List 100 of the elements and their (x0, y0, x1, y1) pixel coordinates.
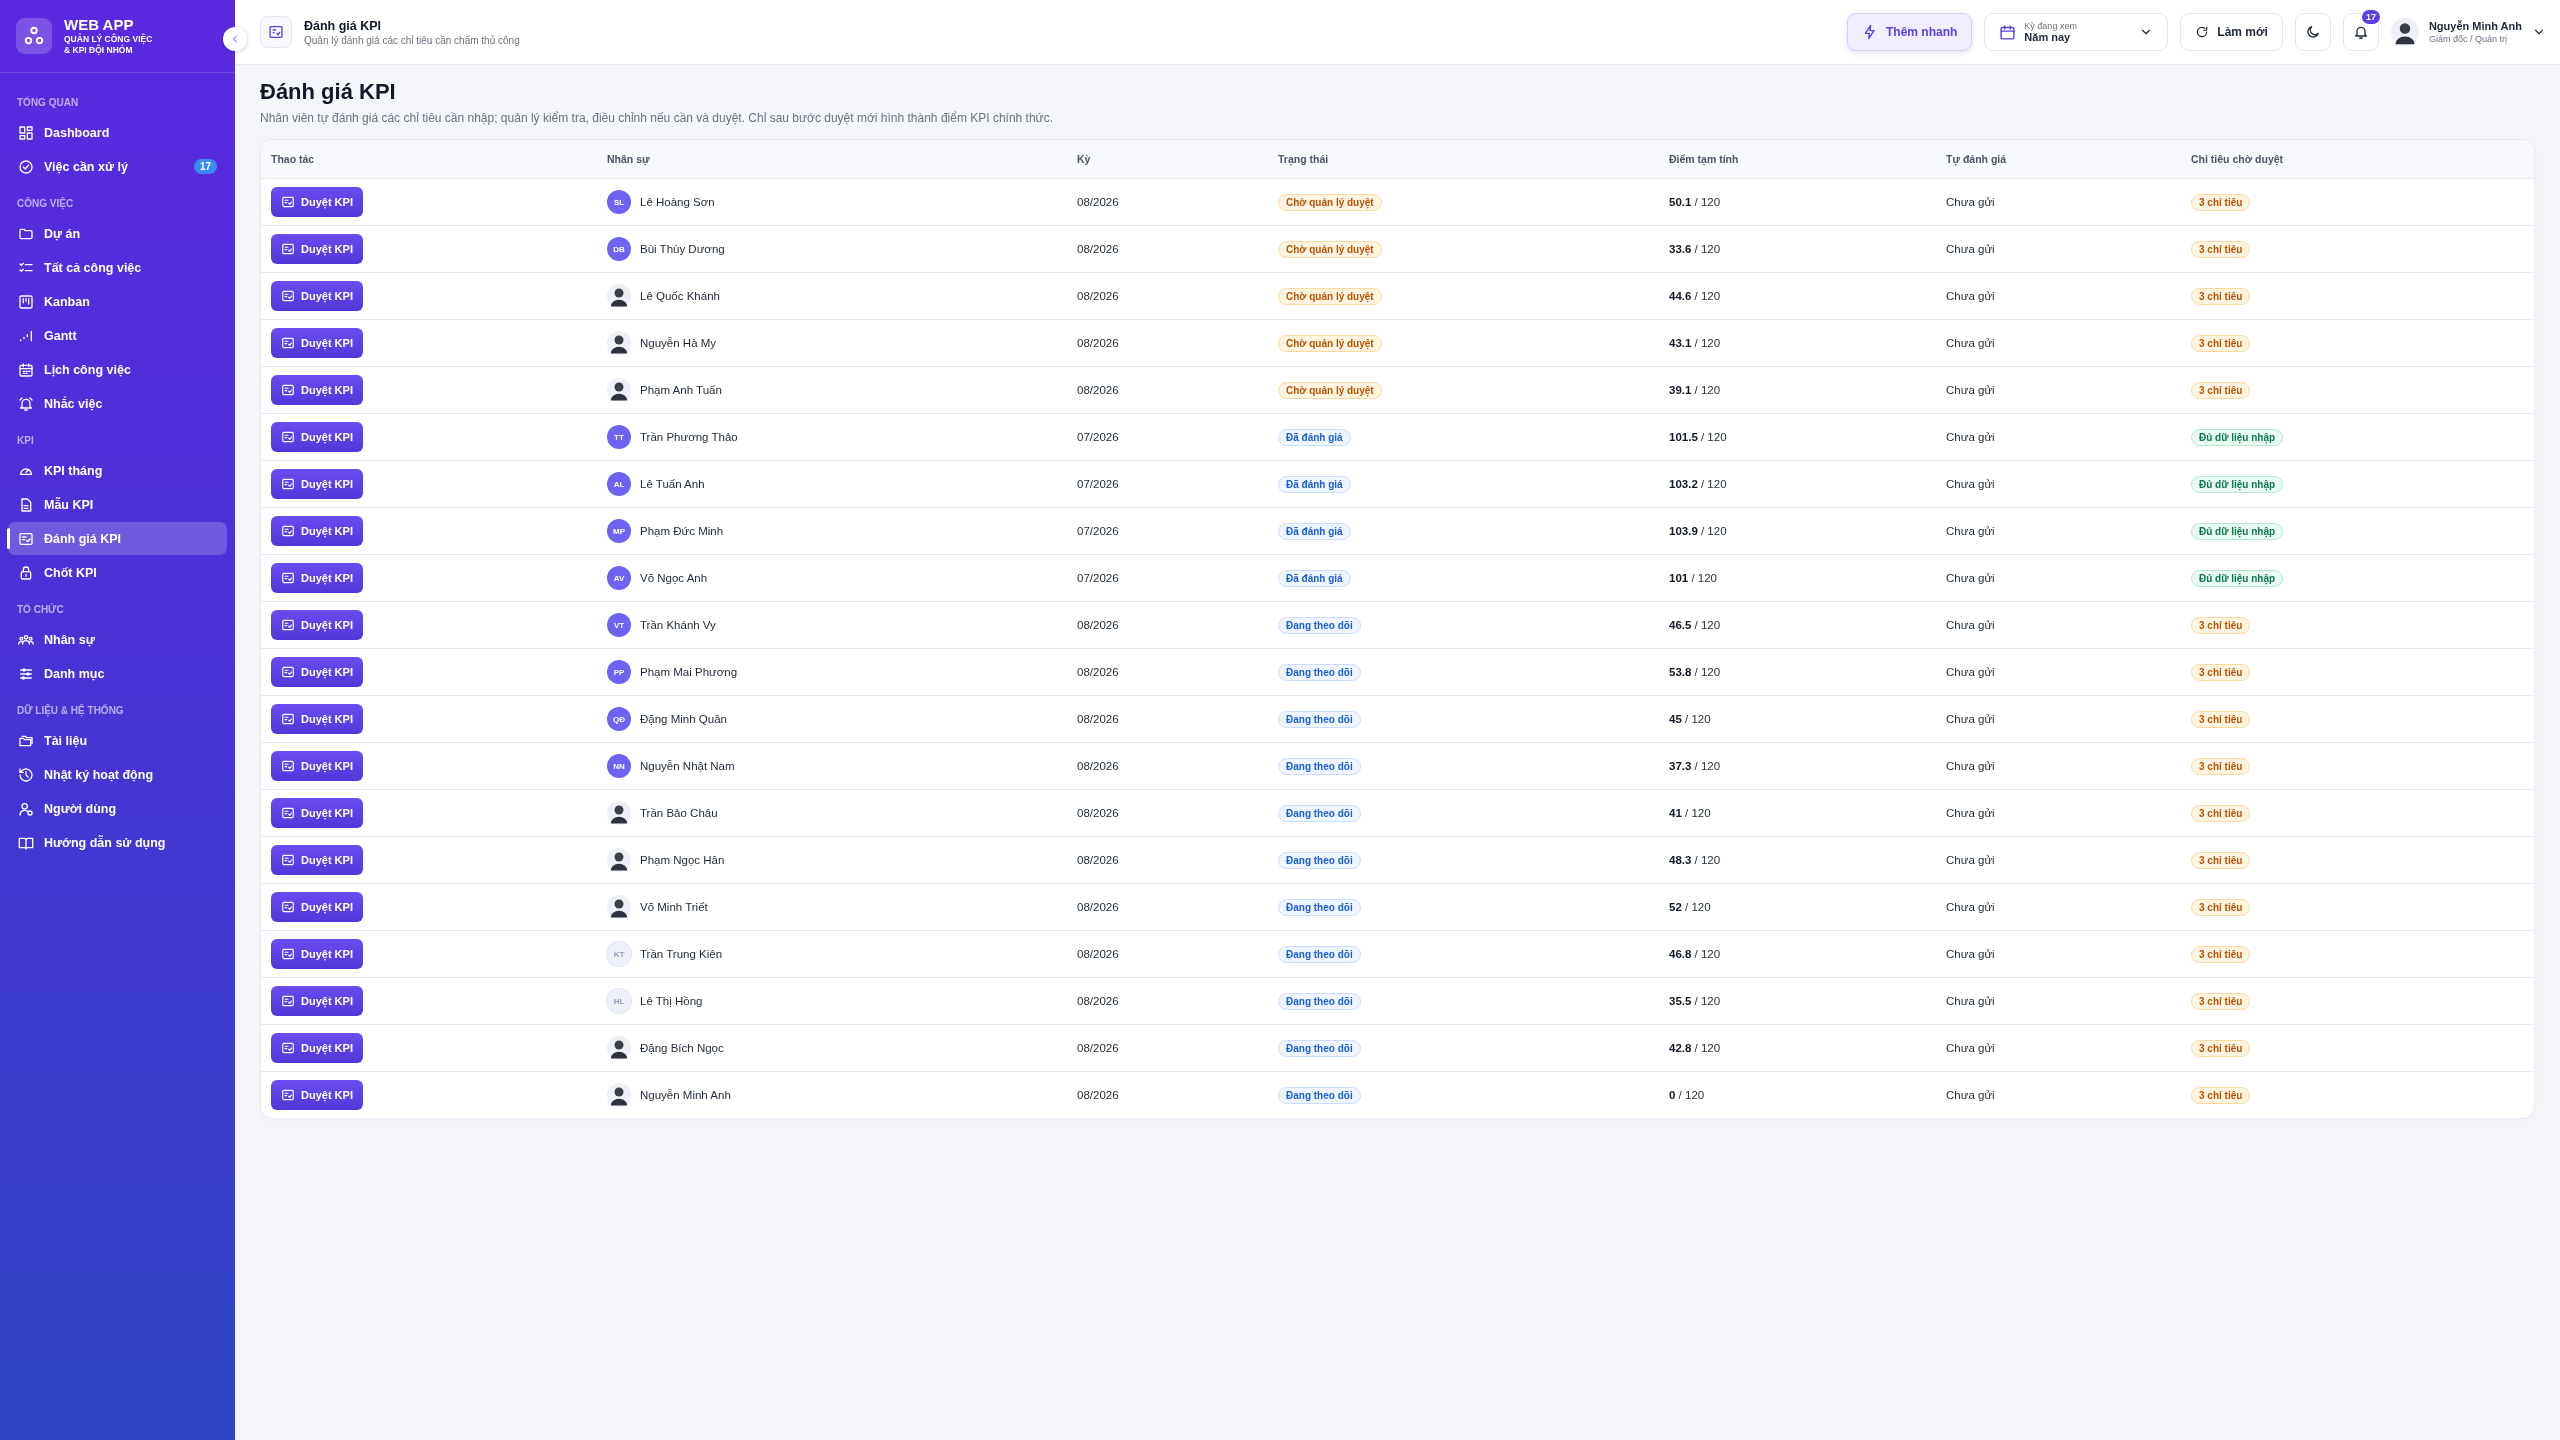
avatar-icon (607, 801, 631, 825)
score-text: 43.1 / 120 (1669, 337, 1721, 349)
approve-kpi-button[interactable]: Duyệt KPI (271, 281, 363, 311)
sidebar-item[interactable]: Nhật ký hoạt động (8, 758, 227, 791)
employee-name: Trần Bảo Châu (640, 807, 718, 819)
section-heading: TỔ CHỨC (16, 602, 65, 617)
review-icon (281, 524, 295, 538)
self-evaluation-text: Chưa gửi (1946, 290, 1995, 302)
sidebar-item[interactable]: Lịch công việc (8, 353, 227, 386)
sidebar-item[interactable]: Dự án (8, 217, 227, 250)
review-icon (281, 994, 295, 1008)
employee-name: Trần Khánh Vy (640, 619, 716, 631)
period-text: 07/2026 (1077, 431, 1119, 443)
review-icon (281, 195, 295, 209)
status-tag: Đã đánh giá (1278, 569, 1351, 587)
self-evaluation-text: Chưa gửi (1946, 196, 1995, 208)
pending-criteria-tag: 3 chỉ tiêu (2191, 193, 2251, 211)
employee-name: Đặng Minh Quân (640, 713, 727, 725)
pending-criteria-tag: 3 chỉ tiêu (2191, 710, 2251, 728)
review-icon (281, 336, 295, 350)
approve-kpi-button[interactable]: Duyệt KPI (271, 1033, 363, 1063)
period-text: 07/2026 (1077, 478, 1119, 490)
period-text: 07/2026 (1077, 525, 1119, 537)
self-evaluation-text: Chưa gửi (1946, 901, 1995, 913)
approve-kpi-button[interactable]: Duyệt KPI (271, 187, 363, 217)
count-badge: 17 (193, 159, 217, 174)
employee-name: Lê Hoàng Sơn (640, 196, 715, 208)
calendar-icon (18, 361, 34, 378)
bell-icon (2352, 24, 2369, 40)
sidebar-item[interactable]: Tất cả công việc (8, 251, 227, 284)
avatar: MP (607, 519, 631, 543)
column-header: Điểm tạm tính (1668, 152, 1740, 168)
quick-add-button[interactable]: Thêm nhanh (1847, 13, 1973, 51)
period-select[interactable]: Kỳ đang xem Năm nay (1984, 13, 2169, 51)
score-text: 33.6 / 120 (1669, 243, 1721, 255)
approve-kpi-button[interactable]: Duyệt KPI (271, 892, 363, 922)
collapse-button[interactable] (223, 27, 247, 51)
review-icon (281, 571, 295, 585)
sidebar-item[interactable]: Gantt (8, 319, 227, 352)
sidebar-item[interactable]: Danh mục (8, 657, 227, 690)
sidebar-item[interactable]: Hướng dẫn sử dụng (8, 826, 227, 859)
sidebar-item[interactable]: Việc cần xử lý 17 (8, 150, 227, 183)
approve-kpi-button[interactable]: Duyệt KPI (271, 234, 363, 264)
review-icon (281, 477, 295, 491)
approve-kpi-button[interactable]: Duyệt KPI (271, 751, 363, 781)
approve-kpi-button[interactable]: Duyệt KPI (271, 610, 363, 640)
review-icon (281, 947, 295, 961)
approve-kpi-button[interactable]: Duyệt KPI (271, 328, 363, 358)
avatar: DB (607, 237, 631, 261)
employee-name: Phạm Anh Tuấn (640, 384, 722, 396)
approve-kpi-button[interactable]: Duyệt KPI (271, 563, 363, 593)
approve-kpi-button[interactable]: Duyệt KPI (271, 516, 363, 546)
sidebar-item[interactable]: KPI tháng (8, 454, 227, 487)
approve-kpi-button[interactable]: Duyệt KPI (271, 469, 363, 499)
status-tag: Đã đánh giá (1278, 428, 1351, 446)
approve-kpi-button[interactable]: Duyệt KPI (271, 657, 363, 687)
self-evaluation-text: Chưa gửi (1946, 713, 1995, 725)
sidebar-item[interactable]: Đánh giá KPI (8, 522, 227, 555)
avatar: NN (607, 754, 631, 778)
status-tag: Đang theo dõi (1278, 992, 1361, 1010)
review-icon (281, 1041, 295, 1055)
approve-kpi-button[interactable]: Duyệt KPI (271, 422, 363, 452)
period-text: 08/2026 (1077, 713, 1119, 725)
status-tag: Đã đánh giá (1278, 522, 1351, 540)
kanban-icon (18, 293, 34, 310)
approve-kpi-button[interactable]: Duyệt KPI (271, 939, 363, 969)
user-icon (18, 800, 34, 817)
sidebar-item[interactable]: Dashboard (8, 116, 227, 149)
approve-kpi-button[interactable]: Duyệt KPI (271, 1080, 363, 1110)
sidebar-item[interactable]: Nhắc việc (8, 387, 227, 420)
pending-criteria-tag: 3 chỉ tiêu (2191, 851, 2251, 869)
approve-kpi-button[interactable]: Duyệt KPI (271, 845, 363, 875)
approve-kpi-button[interactable]: Duyệt KPI (271, 375, 363, 405)
score-text: 35.5 / 120 (1669, 995, 1721, 1007)
status-tag: Đang theo dõi (1278, 898, 1361, 916)
approve-kpi-button[interactable]: Duyệt KPI (271, 798, 363, 828)
self-evaluation-text: Chưa gửi (1946, 384, 1995, 396)
review-icon (281, 759, 295, 773)
sidebar-item[interactable]: Nhân sự (8, 623, 227, 656)
sidebar-item[interactable]: Kanban (8, 285, 227, 318)
sidebar-item[interactable]: Người dùng (8, 792, 227, 825)
refresh-button[interactable]: Làm mới (2180, 13, 2283, 51)
avatar-icon (607, 331, 631, 355)
sidebar-item[interactable]: Tài liệu (8, 724, 227, 757)
sidebar-item[interactable]: Chốt KPI (8, 556, 227, 589)
score-text: 0 / 120 (1669, 1089, 1705, 1101)
period-text: 08/2026 (1077, 619, 1119, 631)
user-name: Nguyễn Minh Anh (2428, 20, 2522, 32)
period-text: 08/2026 (1077, 384, 1119, 396)
theme-toggle-button[interactable] (2294, 13, 2331, 51)
score-text: 53.8 / 120 (1669, 666, 1721, 678)
self-evaluation-text: Chưa gửi (1946, 807, 1995, 819)
approve-kpi-button[interactable]: Duyệt KPI (271, 986, 363, 1016)
score-text: 103.9 / 120 (1669, 525, 1727, 537)
approve-kpi-button[interactable]: Duyệt KPI (271, 704, 363, 734)
employee-name: Lê Thị Hồng (640, 995, 703, 1007)
period-text: 08/2026 (1077, 337, 1119, 349)
sidebar-item[interactable]: Mẫu KPI (8, 488, 227, 521)
self-evaluation-text: Chưa gửi (1946, 666, 1995, 678)
avatar: AL (607, 472, 631, 496)
